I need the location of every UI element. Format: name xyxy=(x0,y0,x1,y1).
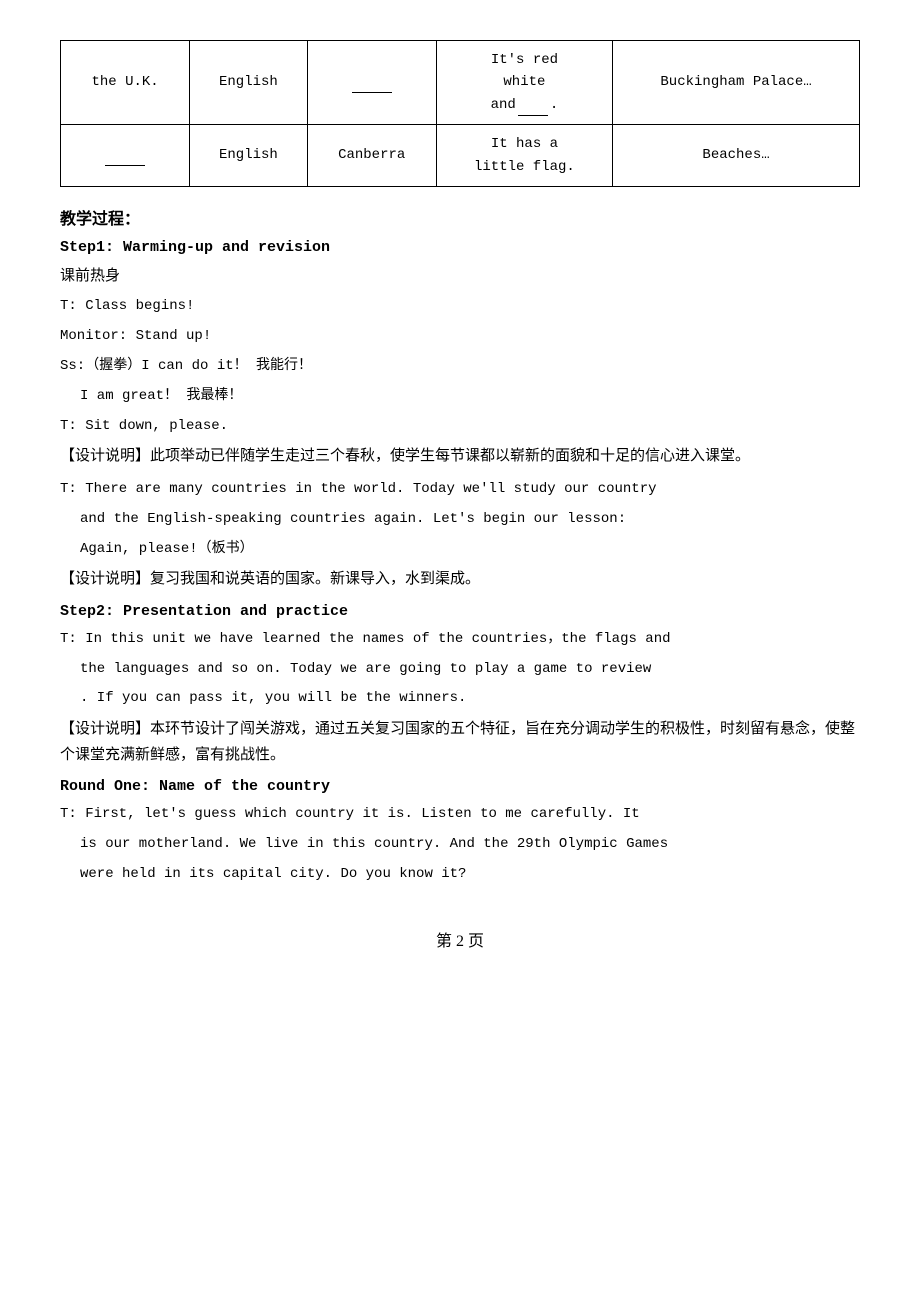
table-cell-flag2: It has alittle flag. xyxy=(436,125,612,187)
table-cell-landmark1: Buckingham Palace… xyxy=(613,41,860,125)
step2-line2: the languages and so on. Today we are go… xyxy=(60,658,860,682)
page-footer: 第 2 页 xyxy=(60,927,860,951)
table-cell-english1: English xyxy=(190,41,307,125)
step1-line-ss1: Ss:（握拳）I can do it！ 我能行！ xyxy=(60,355,860,379)
content-table: the U.K. English It's redwhiteand. Bucki… xyxy=(60,40,860,187)
table-cell-flag1: It's redwhiteand. xyxy=(436,41,612,125)
step1-line-sitdown: T: Sit down, please. xyxy=(60,415,860,439)
step2-heading: Step2: Presentation and practice xyxy=(60,603,860,620)
table-row: the U.K. English It's redwhiteand. Bucki… xyxy=(61,41,860,125)
step1-design-note2: 【设计说明】复习我国和说英语的国家。新课导入，水到渠成。 xyxy=(60,567,860,593)
page-number: 第 2 页 xyxy=(436,933,484,950)
round-one-heading: Round One: Name of the country xyxy=(60,778,860,795)
teaching-process-heading: 教学过程： xyxy=(60,205,860,229)
table-cell-english2: English xyxy=(190,125,307,187)
round1-line2: is our motherland. We live in this count… xyxy=(60,833,860,857)
step1-line-class-begins: T: Class begins! xyxy=(60,295,860,319)
step1-warmup-label: 课前热身 xyxy=(60,264,860,290)
table-cell-blank1 xyxy=(307,41,436,125)
step1-design-note1: 【设计说明】此项举动已伴随学生走过三个春秋，使学生每节课都以崭新的面貌和十足的信… xyxy=(60,444,860,470)
step1-dialogue-3: Again, please!（板书） xyxy=(60,538,860,562)
step2-line1: T: In this unit we have learned the name… xyxy=(60,628,860,652)
step2-design-note: 【设计说明】本环节设计了闯关游戏，通过五关复习国家的五个特征，旨在充分调动学生的… xyxy=(60,717,860,768)
table-cell-uk: the U.K. xyxy=(61,41,190,125)
step1-line-standup: Monitor: Stand up! xyxy=(60,325,860,349)
step1-heading: Step1: Warming-up and revision xyxy=(60,239,860,256)
step1-line-ss2: I am great！ 我最棒！ xyxy=(60,385,860,409)
table-cell-landmark2: Beaches… xyxy=(613,125,860,187)
table-cell-country2 xyxy=(61,125,190,187)
round1-line1: T: First, let's guess which country it i… xyxy=(60,803,860,827)
table-row: English Canberra It has alittle flag. Be… xyxy=(61,125,860,187)
table-cell-canberra: Canberra xyxy=(307,125,436,187)
step2-line3: . If you can pass it, you will be the wi… xyxy=(60,687,860,711)
step1-dialogue-2: and the English-speaking countries again… xyxy=(60,508,860,532)
round1-line3: were held in its capital city. Do you kn… xyxy=(60,863,860,887)
page-content: the U.K. English It's redwhiteand. Bucki… xyxy=(60,40,860,951)
step1-dialogue-1: T: There are many countries in the world… xyxy=(60,478,860,502)
